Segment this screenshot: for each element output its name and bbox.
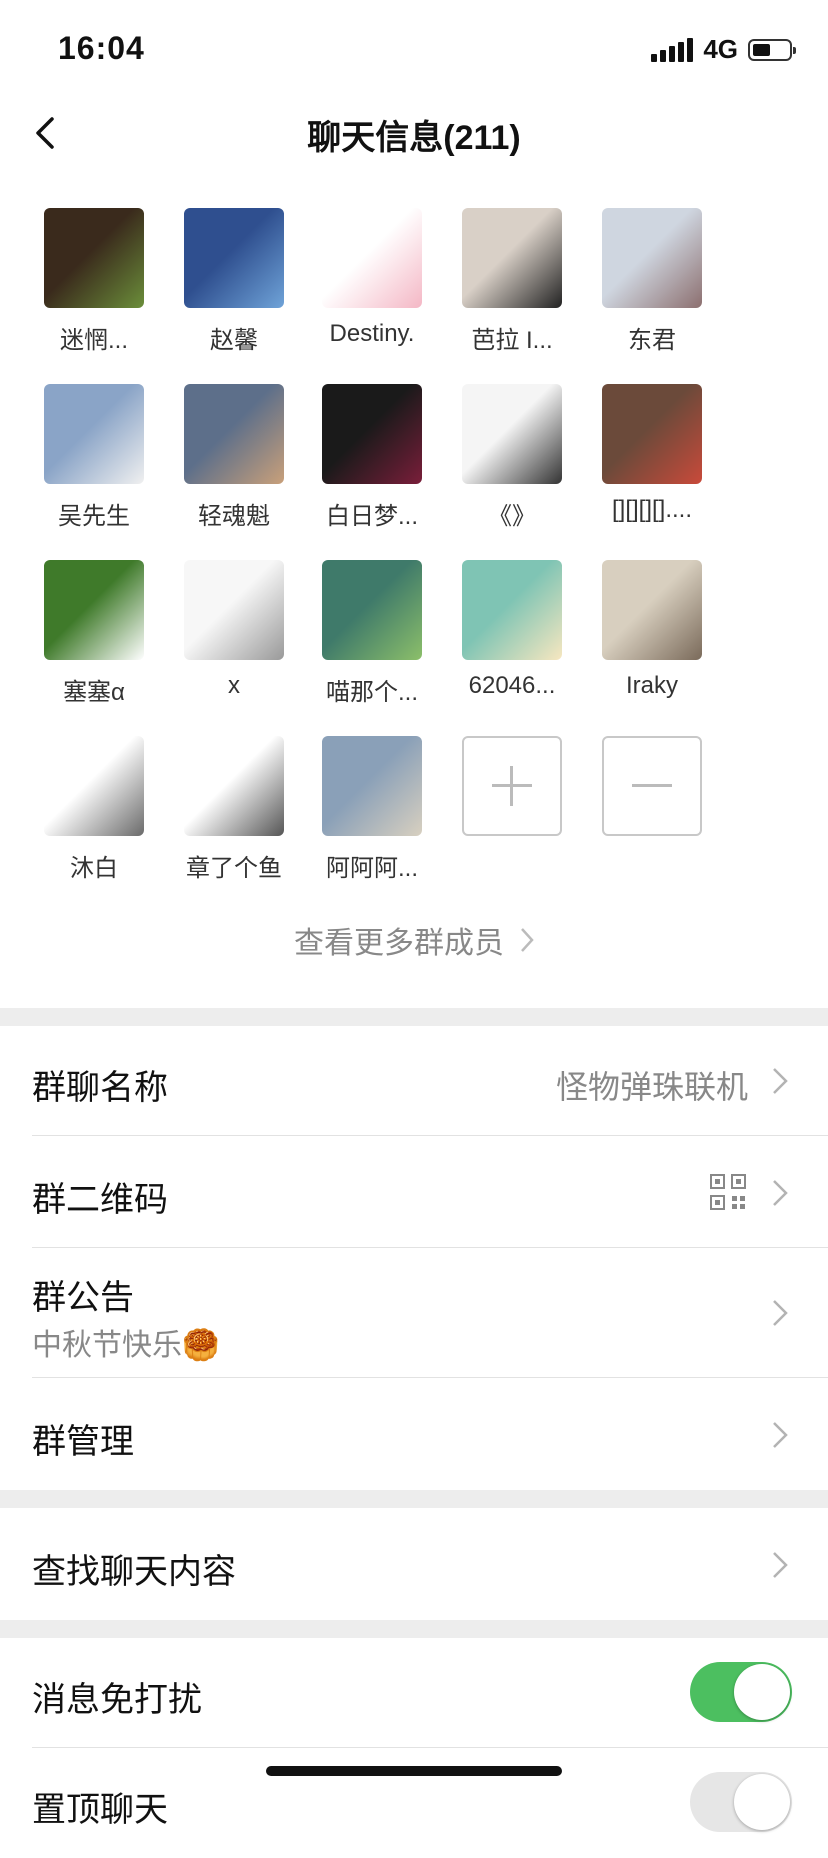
avatar-dino	[184, 736, 284, 836]
avatar-pavilion	[184, 384, 284, 484]
member-item[interactable]: 塞塞α	[24, 560, 164, 707]
avatar-armored-warrior	[322, 384, 422, 484]
member-name: 芭拉 I...	[471, 327, 553, 354]
remove-member-button[interactable]	[582, 736, 722, 836]
qr-label: 群二维码	[32, 1181, 168, 1219]
section-separator	[0, 1620, 828, 1638]
member-item[interactable]: x	[164, 560, 304, 700]
member-item[interactable]: 迷惘...	[24, 208, 164, 355]
member-name: 白日梦...	[325, 503, 418, 530]
group-notice-row[interactable]: 群公告 中秋节快乐🥮	[0, 1248, 828, 1378]
chevron-right-icon	[520, 927, 534, 961]
member-name: 吴先生	[58, 503, 130, 530]
avatar-man-tuxedo	[462, 208, 562, 308]
group-name-label: 群聊名称	[32, 1069, 168, 1107]
member-item[interactable]: 东君	[582, 208, 722, 355]
member-name: Iraky	[625, 672, 678, 699]
avatar-laughing-men	[462, 384, 562, 484]
section-separator	[0, 1008, 828, 1026]
member-item[interactable]: 赵馨	[164, 208, 304, 355]
qr-code-icon	[710, 1174, 746, 1210]
mute-label: 消息免打扰	[32, 1681, 202, 1719]
add-member-button[interactable]	[442, 736, 582, 836]
member-name: Destiny.	[329, 320, 415, 347]
chevron-right-icon	[773, 1068, 788, 1094]
member-item[interactable]: [][][][]....	[582, 384, 722, 524]
mute-row: 消息免打扰	[0, 1638, 828, 1748]
member-name: 东君	[628, 327, 676, 354]
nav-bar: 聊天信息(211)	[0, 96, 828, 168]
section-separator	[0, 1490, 828, 1508]
signal-icon	[651, 37, 694, 62]
group-qr-row[interactable]: 群二维码	[0, 1136, 828, 1248]
avatar-bear-sketch	[184, 560, 284, 660]
avatar-goose	[44, 560, 144, 660]
member-name: 轻魂魁	[198, 503, 270, 530]
member-item[interactable]: 《》	[442, 384, 582, 531]
member-item[interactable]: 吴先生	[24, 384, 164, 531]
member-name: [][][][]....	[611, 496, 692, 523]
member-name: x	[228, 672, 240, 699]
avatar-photo-boy	[44, 208, 144, 308]
avatar-flowers	[462, 560, 562, 660]
battery-icon	[748, 38, 796, 61]
mute-toggle[interactable]	[690, 1662, 792, 1722]
member-item[interactable]: 芭拉 I...	[442, 208, 582, 355]
chevron-right-icon	[773, 1422, 788, 1448]
view-more-members-link[interactable]: 查看更多群成员	[0, 918, 828, 962]
avatar-cartoon-character	[44, 736, 144, 836]
group-name-row[interactable]: 群聊名称 怪物弹珠联机	[0, 1026, 828, 1136]
pin-toggle[interactable]	[690, 1772, 792, 1832]
chevron-right-icon	[773, 1552, 788, 1578]
chevron-right-icon	[773, 1300, 788, 1326]
avatar-roses-face	[602, 384, 702, 484]
member-item[interactable]: 白日梦...	[302, 384, 442, 531]
notice-label: 群公告	[32, 1279, 134, 1317]
pin-label: 置顶聊天	[32, 1791, 168, 1829]
member-item[interactable]: 轻魂魁	[164, 384, 304, 531]
member-name: 62046...	[468, 672, 556, 699]
avatar-anime-blue	[184, 208, 284, 308]
search-chat-row[interactable]: 查找聊天内容	[0, 1508, 828, 1620]
plus-icon	[462, 736, 562, 836]
status-bar: 16:04 4G	[0, 0, 828, 96]
group-manage-row[interactable]: 群管理	[0, 1378, 828, 1490]
avatar-tom-cat	[322, 736, 422, 836]
avatar-anime-umbrella	[602, 208, 702, 308]
member-item[interactable]: 喵那个...	[302, 560, 442, 707]
member-name: 塞塞α	[63, 679, 125, 706]
member-item[interactable]: 章了个鱼	[164, 736, 304, 883]
status-time: 16:04	[58, 30, 145, 66]
member-item[interactable]: 阿阿阿...	[302, 736, 442, 883]
member-item[interactable]: Iraky	[582, 560, 722, 700]
member-name: 章了个鱼	[186, 855, 282, 882]
search-chat-label: 查找聊天内容	[32, 1553, 236, 1591]
member-item[interactable]: Destiny.	[302, 208, 442, 348]
avatar-pink-pig	[322, 208, 422, 308]
pin-row: 置顶聊天	[0, 1748, 828, 1858]
member-name: 赵馨	[210, 327, 258, 354]
minus-icon	[602, 736, 702, 836]
member-name: 迷惘...	[59, 327, 128, 354]
member-name: 《》	[488, 503, 536, 530]
manage-label: 群管理	[32, 1423, 134, 1461]
page-title: 聊天信息(211)	[307, 119, 521, 157]
member-name: 沐白	[70, 855, 118, 882]
member-name: 喵那个...	[325, 679, 418, 706]
avatar-lake	[322, 560, 422, 660]
network-type: 4G	[703, 34, 738, 64]
notice-preview: 中秋节快乐🥮	[32, 1329, 220, 1362]
member-name: 阿阿阿...	[325, 855, 418, 882]
group-name-value: 怪物弹珠联机	[555, 1069, 748, 1105]
member-item[interactable]: 62046...	[442, 560, 582, 700]
home-indicator	[266, 1766, 562, 1776]
chevron-right-icon	[773, 1180, 788, 1206]
avatar-couple-photo	[44, 384, 144, 484]
avatar-anime-dog	[602, 560, 702, 660]
member-item[interactable]: 沐白	[24, 736, 164, 883]
